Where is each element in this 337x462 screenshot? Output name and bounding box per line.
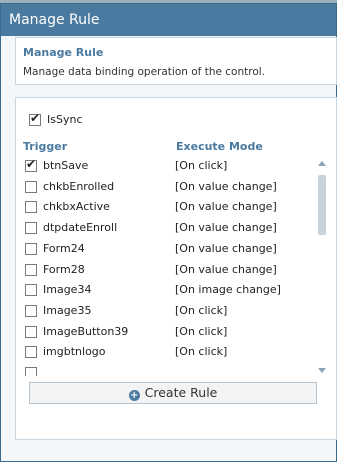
trigger-checkbox[interactable]	[25, 201, 37, 214]
trigger-name: Image35	[43, 303, 92, 317]
trigger-row[interactable]: imgbtnlogo [On click]	[16, 342, 316, 362]
execute-mode: [On click]	[175, 303, 228, 317]
trigger-list: btnSave [On click] chkbEnrolled [On value …	[16, 156, 316, 376]
execute-mode: [On value change]	[175, 200, 277, 214]
rule-panel: IsSync Trigger Execute Mode btnSave [On c…	[15, 97, 337, 440]
info-box: Manage Rule Manage data binding operatio…	[15, 37, 337, 85]
trigger-name: imgbtnlogo	[43, 345, 106, 359]
scroll-down-icon[interactable]	[318, 368, 326, 373]
create-rule-label: Create Rule	[144, 385, 218, 400]
trigger-name: Form24	[43, 241, 85, 255]
trigger-row[interactable]: chkbxActive [On value change]	[16, 197, 316, 217]
trigger-row[interactable]: chkbEnrolled [On value change]	[16, 177, 316, 197]
trigger-name: Image34	[43, 283, 92, 297]
execute-mode: [On image change]	[175, 283, 281, 297]
trigger-row[interactable]: Form28 [On value change]	[16, 260, 316, 280]
execute-mode: [On click]	[175, 345, 228, 359]
dialog-titlebar[interactable]: Manage Rule	[1, 4, 336, 36]
scroll-up-icon[interactable]	[318, 161, 326, 166]
trigger-row[interactable]: Image35 [On click]	[16, 301, 316, 321]
trigger-checkbox[interactable]	[25, 242, 37, 255]
trigger-checkbox[interactable]	[25, 222, 37, 235]
create-rule-button[interactable]: + Create Rule	[29, 382, 317, 404]
trigger-name: Form28	[43, 262, 85, 276]
trigger-checkbox[interactable]	[25, 367, 37, 376]
trigger-checkbox[interactable]	[25, 325, 37, 338]
execute-mode: [On value change]	[175, 262, 277, 276]
execute-mode: [On value change]	[175, 221, 277, 235]
trigger-checkbox[interactable]	[25, 346, 37, 359]
trigger-name: chkbxActive	[43, 200, 110, 214]
trigger-name: btnSave	[43, 159, 89, 172]
execute-mode-column-header: Execute Mode	[176, 140, 263, 153]
execute-mode: [On click]	[175, 324, 228, 338]
execute-mode: [On value change]	[175, 241, 277, 255]
trigger-row[interactable]: Form24 [On value change]	[16, 239, 316, 259]
trigger-name: dtpdateEnroll	[43, 221, 118, 235]
trigger-checkbox[interactable]	[25, 263, 37, 276]
trigger-column-header: Trigger	[23, 140, 68, 153]
trigger-checkbox[interactable]	[25, 304, 37, 317]
trigger-row[interactable]: btnSave [On click]	[16, 156, 316, 176]
trigger-name: chkbEnrolled	[43, 179, 115, 193]
info-description: Manage data binding operation of the con…	[23, 66, 266, 78]
execute-mode: [On click]	[175, 159, 228, 172]
issync-checkbox[interactable]	[29, 111, 41, 126]
plus-circle-icon: +	[128, 390, 140, 401]
scroll-thumb[interactable]	[318, 175, 326, 235]
trigger-row[interactable]: dtpdateEnroll [On value change]	[16, 218, 316, 238]
trigger-row[interactable]: ImageButton39 [On click]	[16, 322, 316, 342]
trigger-name: ImageButton39	[43, 324, 129, 338]
trigger-checkbox[interactable]	[25, 284, 37, 297]
issync-label: IsSync	[47, 113, 83, 126]
trigger-checkbox[interactable]	[25, 180, 37, 193]
execute-mode: [On value change]	[175, 179, 277, 193]
info-title: Manage Rule	[23, 46, 104, 59]
trigger-checkbox[interactable]	[25, 157, 37, 172]
trigger-row[interactable]: Image34 [On image change]	[16, 280, 316, 300]
list-scrollbar[interactable]	[316, 158, 328, 376]
dialog-title: Manage Rule	[9, 12, 100, 28]
trigger-row[interactable]	[16, 363, 316, 376]
